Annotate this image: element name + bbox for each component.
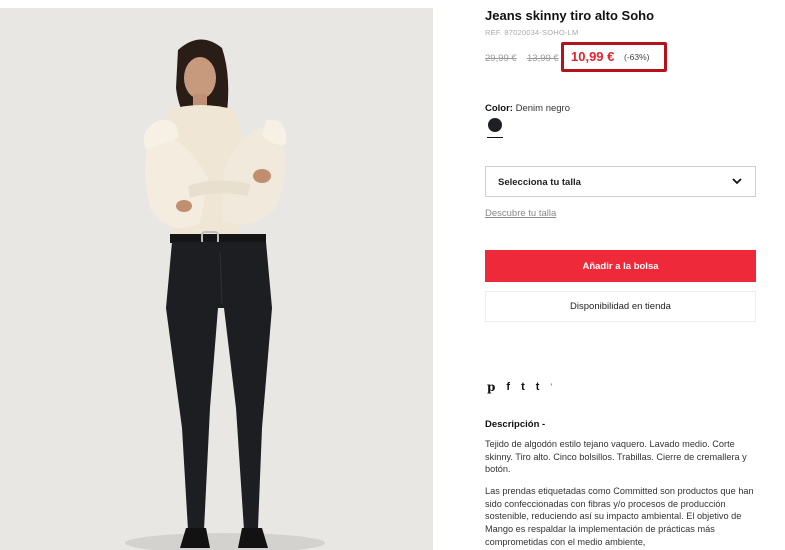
selected-swatch-indicator xyxy=(487,137,503,138)
discount-badge: (-63%) xyxy=(624,52,650,62)
product-image[interactable] xyxy=(0,8,433,550)
size-select[interactable]: Selecciona tu talla xyxy=(485,166,756,197)
pinterest-icon[interactable]: p xyxy=(487,381,495,393)
current-price-highlight: 10,99 € (-63%) xyxy=(561,42,667,72)
chevron-down-icon xyxy=(732,178,742,185)
product-reference: REF. 87020034-SOHO-LM xyxy=(485,28,579,37)
color-label: Color: xyxy=(485,103,513,114)
description-paragraph: Tejido de algodón estilo tejano vaquero.… xyxy=(485,439,747,475)
tumblr-icon[interactable]: t xyxy=(536,381,540,393)
social-share-bar: p f t t ' xyxy=(487,381,552,393)
previous-sale-price: 13,99 € xyxy=(527,53,559,64)
size-guide-link[interactable]: Descubre tu talla xyxy=(485,208,556,219)
facebook-icon[interactable]: f xyxy=(506,381,510,393)
color-label-row: Color: Denim negro xyxy=(485,103,570,114)
add-to-bag-button[interactable]: Añadir a la bolsa xyxy=(485,250,756,282)
description-heading[interactable]: Descripción - xyxy=(485,419,545,430)
price-block: 29,99 € 13,99 € 10,99 € (-63%) xyxy=(485,42,685,72)
size-select-label: Selecciona tu talla xyxy=(498,177,581,188)
store-availability-button[interactable]: Disponibilidad en tienda xyxy=(485,291,756,322)
product-details-panel: Jeans skinny tiro alto Soho REF. 8702003… xyxy=(485,0,760,550)
color-swatch-denim-negro[interactable] xyxy=(488,118,502,132)
sustainability-paragraph: Las prendas etiquetadas como Committed s… xyxy=(485,486,754,547)
color-value: Denim negro xyxy=(515,103,570,114)
current-price: 10,99 € xyxy=(571,49,615,64)
model-illustration xyxy=(0,8,433,550)
twitter-icon[interactable]: t xyxy=(521,381,525,393)
original-price: 29,99 € xyxy=(485,53,517,64)
more-share-icon[interactable]: ' xyxy=(550,381,552,393)
product-title: Jeans skinny tiro alto Soho xyxy=(485,8,655,23)
